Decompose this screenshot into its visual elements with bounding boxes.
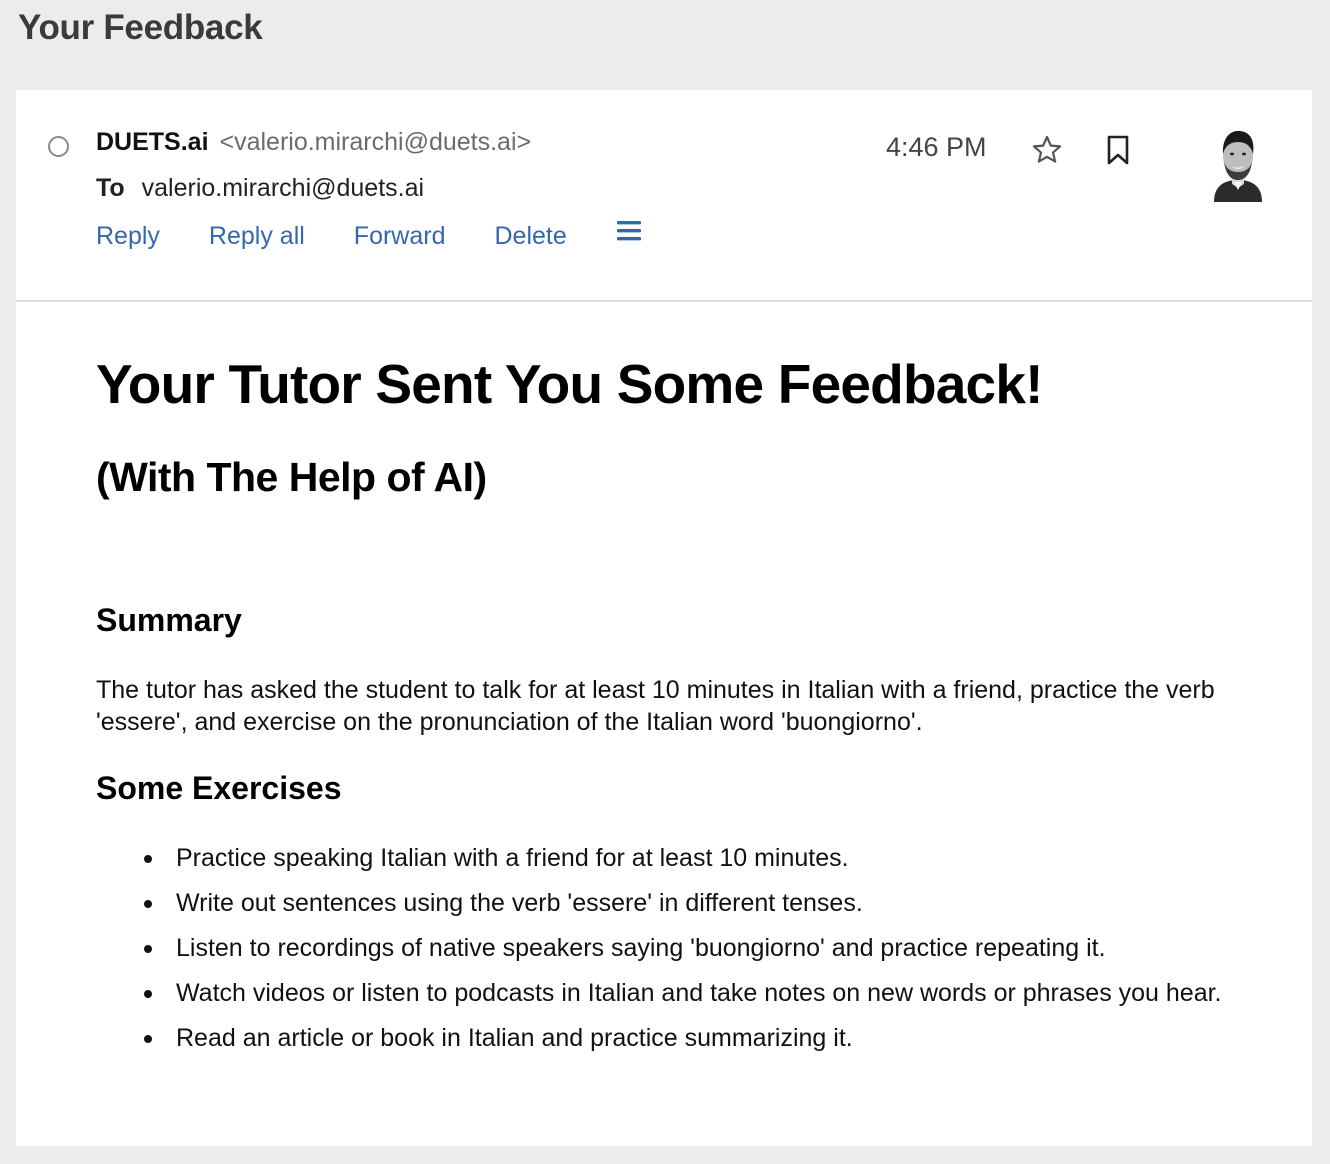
exercise-text: Read an article or book in Italian and p… (176, 1024, 853, 1052)
exercise-text: Practice speaking Italian with a friend … (176, 844, 849, 872)
exercise-list: Practice speaking Italian with a friend … (96, 842, 1226, 1067)
recipient-line: To valerio.mirarchi@duets.ai (96, 174, 424, 203)
bullet-icon (144, 1035, 152, 1043)
list-item: Write out sentences using the verb 'esse… (96, 887, 1226, 919)
exercise-text: Write out sentences using the verb 'esse… (176, 889, 863, 917)
exercise-text: Watch videos or listen to podcasts in It… (176, 979, 1222, 1007)
hamburger-menu-icon[interactable] (616, 219, 642, 248)
to-label: To (96, 174, 125, 202)
exercises-heading: Some Exercises (96, 770, 342, 806)
sender-name[interactable]: DUETS.ai (96, 128, 209, 156)
email-header: DUETS.ai <valerio.mirarchi@duets.ai> To … (16, 90, 1312, 302)
sender-line: DUETS.ai <valerio.mirarchi@duets.ai> (96, 128, 531, 157)
sender-avatar[interactable] (1206, 124, 1270, 202)
bullet-icon (144, 900, 152, 908)
bookmark-icon[interactable] (1104, 134, 1132, 171)
email-actions: Reply Reply all Forward Delete (96, 219, 642, 251)
summary-heading: Summary (96, 602, 242, 638)
forward-button[interactable]: Forward (354, 222, 446, 251)
reply-all-button[interactable]: Reply all (209, 222, 305, 251)
recipient-address[interactable]: valerio.mirarchi@duets.ai (142, 174, 424, 202)
sender-email[interactable]: <valerio.mirarchi@duets.ai> (219, 128, 531, 156)
list-item: Read an article or book in Italian and p… (96, 1022, 1226, 1054)
unread-circle-icon[interactable] (48, 136, 69, 157)
list-item: Practice speaking Italian with a friend … (96, 842, 1226, 874)
list-item: Watch videos or listen to podcasts in It… (96, 977, 1226, 1009)
bullet-icon (144, 945, 152, 953)
summary-text: The tutor has asked the student to talk … (96, 676, 1215, 736)
delete-button[interactable]: Delete (494, 222, 566, 251)
bullet-icon (144, 855, 152, 863)
reply-button[interactable]: Reply (96, 222, 160, 251)
email-card: DUETS.ai <valerio.mirarchi@duets.ai> To … (16, 90, 1312, 1146)
star-icon[interactable] (1031, 134, 1063, 171)
exercise-text: Listen to recordings of native speakers … (176, 934, 1106, 962)
email-title: Your Tutor Sent You Some Feedback! (96, 353, 1043, 415)
page-heading: Your Feedback (18, 8, 263, 47)
email-time: 4:46 PM (886, 132, 987, 162)
list-item: Listen to recordings of native speakers … (96, 932, 1226, 964)
email-subtitle: (With The Help of AI) (96, 454, 487, 500)
bullet-icon (144, 990, 152, 998)
